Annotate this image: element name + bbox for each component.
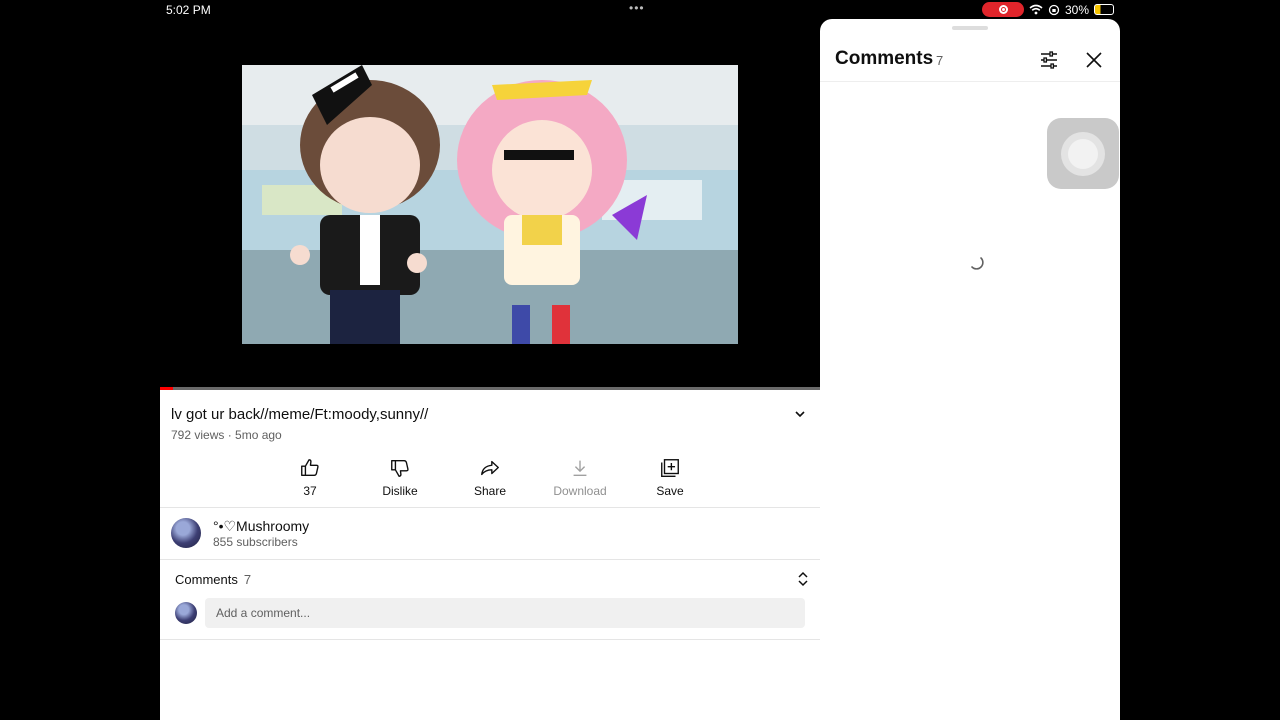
panel-divider xyxy=(820,81,1120,82)
status-time: 5:02 PM xyxy=(166,3,211,17)
channel-avatar[interactable] xyxy=(171,518,201,548)
action-bar: 37 Dislike Share Download Save xyxy=(265,457,715,498)
like-button[interactable]: 37 xyxy=(265,457,355,498)
multitasking-dots-icon[interactable]: ••• xyxy=(629,1,645,15)
thumbs-down-icon xyxy=(391,459,409,477)
wifi-icon xyxy=(1029,4,1043,15)
divider xyxy=(160,639,820,640)
screen-recording-icon[interactable] xyxy=(982,2,1024,17)
close-icon[interactable] xyxy=(1083,49,1105,71)
comments-panel-count: 7 xyxy=(936,53,944,68)
assistive-touch-button[interactable] xyxy=(1047,118,1119,189)
save-playlist-icon xyxy=(661,459,679,477)
video-details: lv got ur back//meme/Ft:moody,sunny// 79… xyxy=(160,390,820,720)
video-thumbnail-illustration xyxy=(242,65,738,344)
loading-spinner-icon xyxy=(971,257,984,270)
save-button[interactable]: Save xyxy=(625,457,715,498)
download-button[interactable]: Download xyxy=(535,457,625,498)
divider xyxy=(160,559,820,560)
download-label: Download xyxy=(553,484,607,498)
orientation-lock-icon xyxy=(1048,4,1060,15)
channel-subscribers: 855 subscribers xyxy=(213,535,298,549)
drag-handle[interactable] xyxy=(952,26,988,30)
channel-name[interactable]: °•♡Mushroomy xyxy=(213,518,309,535)
download-icon xyxy=(573,460,587,477)
comments-label: Comments xyxy=(175,572,238,587)
thumbs-up-icon xyxy=(301,459,319,477)
save-label: Save xyxy=(656,484,684,498)
battery-percent: 30% xyxy=(1065,2,1090,17)
comments-count: 7 xyxy=(243,572,252,587)
status-icons: 30% xyxy=(982,2,1115,17)
share-label: Share xyxy=(473,484,507,498)
dislike-label: Dislike xyxy=(382,484,418,498)
share-arrow-icon xyxy=(481,460,499,476)
divider xyxy=(160,507,820,508)
comments-panel: Comments 7 xyxy=(820,19,1120,720)
dislike-button[interactable]: Dislike xyxy=(355,457,445,498)
video-frame[interactable] xyxy=(242,65,738,344)
comments-header[interactable]: Comments 7 xyxy=(175,572,251,587)
video-title[interactable]: lv got ur back//meme/Ft:moody,sunny// xyxy=(171,406,428,423)
video-meta: 792 views · 5mo ago xyxy=(171,428,282,442)
comments-panel-title: Comments xyxy=(835,48,934,69)
battery-icon xyxy=(1094,4,1115,15)
user-avatar xyxy=(175,602,197,624)
sliders-icon[interactable] xyxy=(1038,49,1060,71)
like-count: 37 xyxy=(303,484,317,498)
share-button[interactable]: Share xyxy=(445,457,535,498)
add-comment-input[interactable] xyxy=(205,598,805,628)
chevron-down-icon[interactable] xyxy=(792,406,808,422)
unfold-icon[interactable] xyxy=(796,570,810,588)
video-player[interactable] xyxy=(160,20,820,388)
